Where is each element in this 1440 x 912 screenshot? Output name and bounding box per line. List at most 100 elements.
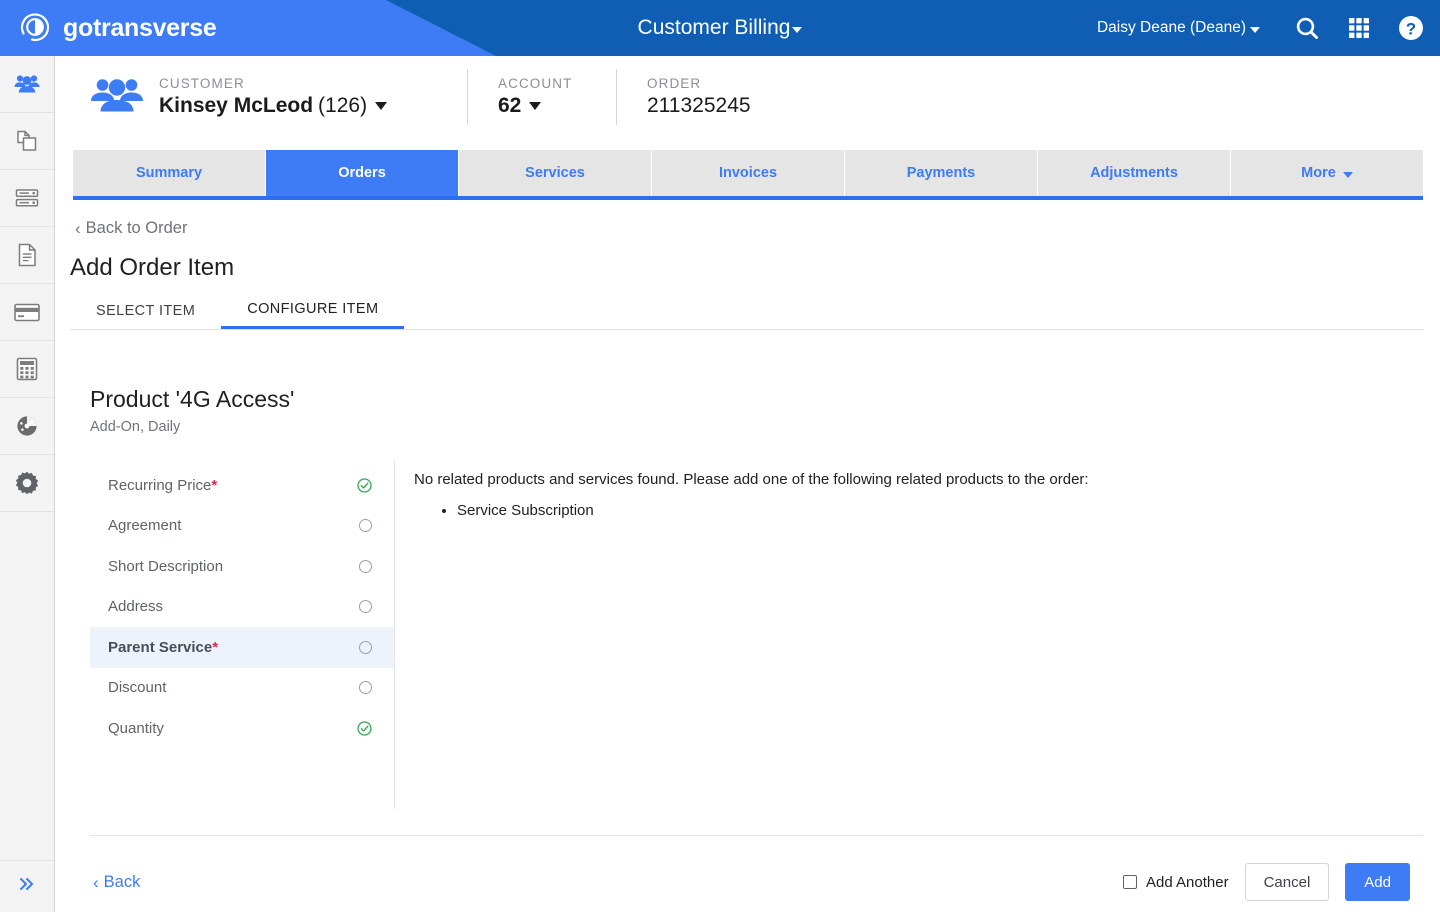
wizard-step-select-item[interactable]: SELECT ITEM xyxy=(70,292,221,329)
tab-services[interactable]: Services xyxy=(459,150,652,196)
tab-label: Orders xyxy=(338,165,386,181)
back-to-order-link[interactable]: ‹ Back to Order xyxy=(75,219,187,238)
cancel-button[interactable]: Cancel xyxy=(1244,863,1330,901)
back-button[interactable]: ‹ Back xyxy=(93,873,140,892)
tab-label: Services xyxy=(525,165,585,181)
tab-payments[interactable]: Payments xyxy=(845,150,1038,196)
config-row-label: Parent Service* xyxy=(108,639,359,656)
order-number: 211325245 xyxy=(647,94,751,117)
sidebar-item-customers[interactable] xyxy=(0,56,54,113)
sidebar-item-documents[interactable] xyxy=(0,227,54,284)
config-row-name: Discount xyxy=(108,679,167,697)
check-circle-icon xyxy=(357,478,372,493)
config-row-address[interactable]: Address xyxy=(90,587,394,628)
customer-label: CUSTOMER xyxy=(159,76,245,91)
sidebar-item-reports[interactable] xyxy=(0,398,54,455)
empty-circle-icon xyxy=(359,600,372,614)
apps-grid-icon[interactable] xyxy=(1344,13,1374,43)
document-icon xyxy=(16,242,38,268)
config-row-discount[interactable]: Discount xyxy=(90,668,394,709)
config-row-label: Discount xyxy=(108,679,359,696)
footer-divider xyxy=(90,835,1423,836)
brand-logo-area[interactable]: gotransverse xyxy=(18,8,217,48)
tab-orders[interactable]: Orders xyxy=(266,150,459,196)
product-heading: Product '4G Access' xyxy=(90,386,295,412)
chevron-down-icon xyxy=(1342,171,1353,178)
chevron-down-icon[interactable] xyxy=(529,102,542,110)
related-product-item: Service Subscription xyxy=(457,502,1425,519)
required-asterisk: * xyxy=(212,638,219,656)
credit-card-icon xyxy=(13,302,41,323)
config-row-label: Address xyxy=(108,598,359,615)
wizard-step-configure-item[interactable]: CONFIGURE ITEM xyxy=(221,292,405,329)
form-footer: ‹ Back Add Another Cancel Add xyxy=(55,851,1440,912)
config-attribute-list: Recurring Price* Agreement Short Descripti… xyxy=(90,461,395,809)
customer-id: (126) xyxy=(318,94,368,117)
header-actions: Daisy Deane (Deane) ? xyxy=(1097,0,1426,56)
checkbox-box[interactable] xyxy=(1123,875,1138,889)
config-row-agreement[interactable]: Agreement xyxy=(90,506,394,547)
main-content-area: CUSTOMER Kinsey McLeod (126) ACCOUNT 62 … xyxy=(55,56,1440,912)
sidebar-item-settings[interactable] xyxy=(0,455,54,512)
calculator-icon xyxy=(15,356,39,382)
sidebar-item-billing[interactable] xyxy=(0,341,54,398)
config-row-parent-service[interactable]: Parent Service* xyxy=(90,627,394,668)
app-title-dropdown[interactable]: Customer Billing xyxy=(638,16,803,40)
back-button-label: Back xyxy=(103,872,141,891)
customer-name: Kinsey McLeod xyxy=(159,94,314,117)
related-products-list: Service Subscription xyxy=(414,502,1425,519)
config-row-short-description[interactable]: Short Description xyxy=(90,546,394,587)
tab-summary[interactable]: Summary xyxy=(73,150,266,196)
sidebar-item-payments[interactable] xyxy=(0,284,54,341)
config-row-name: Short Description xyxy=(108,557,224,575)
empty-circle-icon xyxy=(359,559,372,573)
section-tabs: Summary Orders Services Invoices Payments Adj… xyxy=(73,150,1423,200)
double-chevron-right-icon xyxy=(18,875,36,898)
chevron-down-icon xyxy=(792,26,803,33)
config-row-name: Recurring Price xyxy=(108,476,212,494)
order-block: ORDER 211325245 xyxy=(647,76,807,118)
tab-invoices[interactable]: Invoices xyxy=(652,150,845,196)
config-row-label: Quantity xyxy=(108,720,357,737)
tab-more[interactable]: More xyxy=(1231,150,1423,196)
server-stack-icon xyxy=(14,187,40,209)
required-asterisk: * xyxy=(211,476,218,494)
tab-label: Invoices xyxy=(718,165,778,181)
check-circle-icon xyxy=(357,721,372,736)
customer-value[interactable]: Kinsey McLeod (126) xyxy=(159,94,459,118)
divider xyxy=(467,69,468,125)
gauge-dashboard-icon xyxy=(13,414,41,438)
collapse-sidebar-button[interactable] xyxy=(0,860,54,912)
sidebar-item-catalog[interactable] xyxy=(0,170,54,227)
empty-circle-icon xyxy=(359,519,372,533)
top-header-bar: gotransverse Customer Billing Daisy Dean… xyxy=(0,0,1440,56)
chevron-left-icon: ‹ xyxy=(93,872,99,892)
people-group-icon xyxy=(89,74,145,121)
app-title-label: Customer Billing xyxy=(637,16,791,39)
add-another-checkbox[interactable]: Add Another xyxy=(1123,874,1229,891)
gear-icon xyxy=(14,470,40,496)
account-value[interactable]: 62 xyxy=(498,94,608,118)
customer-avatar xyxy=(89,76,145,118)
user-name-label: Daisy Deane (Deane) xyxy=(1096,19,1246,36)
back-to-order-label: Back to Order xyxy=(85,219,188,237)
config-row-quantity[interactable]: Quantity xyxy=(90,708,394,749)
wizard-step-label: CONFIGURE ITEM xyxy=(247,301,379,317)
context-header: CUSTOMER Kinsey McLeod (126) ACCOUNT 62 … xyxy=(55,56,1440,138)
help-circle-icon[interactable]: ? xyxy=(1396,13,1426,43)
footer-actions: Add Another Cancel Add xyxy=(1123,863,1410,901)
user-menu[interactable]: Daisy Deane (Deane) xyxy=(1097,19,1260,37)
configure-item-panel: Recurring Price* Agreement Short Descripti… xyxy=(90,461,1425,809)
sidebar-item-products[interactable] xyxy=(0,113,54,170)
chevron-down-icon[interactable] xyxy=(375,102,388,110)
add-button[interactable]: Add xyxy=(1345,863,1410,901)
search-icon[interactable] xyxy=(1292,13,1322,43)
config-row-label: Agreement xyxy=(108,517,359,534)
add-another-label: Add Another xyxy=(1146,873,1229,891)
copy-pages-icon xyxy=(14,128,40,154)
left-nav-rail xyxy=(0,56,55,912)
tab-label: More xyxy=(1301,165,1336,181)
config-row-recurring-price[interactable]: Recurring Price* xyxy=(90,465,394,506)
tab-adjustments[interactable]: Adjustments xyxy=(1038,150,1231,196)
tab-label: Payments xyxy=(906,165,976,181)
